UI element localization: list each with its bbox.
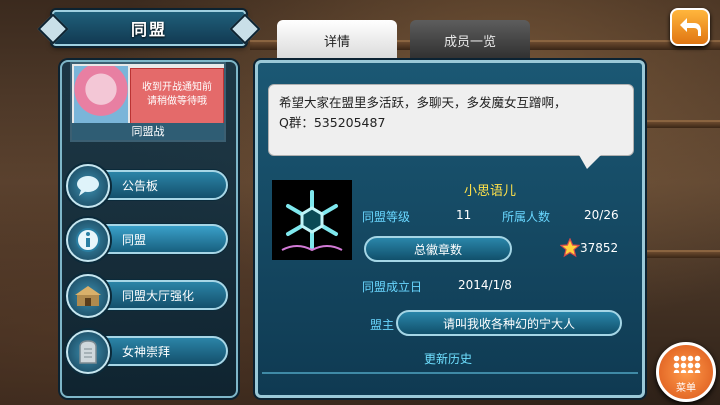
divider — [262, 372, 638, 374]
page-title-text: 同盟 — [130, 20, 167, 39]
sidebar-item-label: 同盟 — [122, 233, 147, 247]
star-badge-icon — [560, 238, 580, 258]
founded-label: 同盟成立日 — [362, 280, 423, 294]
menu-button[interactable]: 菜单 — [656, 342, 716, 402]
message-line-1: 希望大家在盟里多活跃，多聊天，多发魔女互蹭啊， — [279, 95, 567, 110]
update-history-link[interactable]: 更新历史 — [424, 350, 472, 367]
guild-name: 小思语儿 — [464, 184, 517, 199]
background-shelf — [640, 250, 720, 258]
back-button[interactable] — [670, 8, 710, 46]
leader-name: 请叫我收各种幻的宁大人 — [442, 316, 575, 331]
members-value: 20/26 — [584, 208, 619, 222]
character-avatar — [74, 66, 128, 124]
sidebar-item-label: 女神崇拜 — [122, 345, 171, 359]
leader-button[interactable]: 请叫我收各种幻的宁大人 — [396, 310, 622, 336]
info-icon — [66, 218, 110, 262]
founded-value: 2014/1/8 — [458, 278, 512, 292]
members-label: 所属人数 — [502, 210, 551, 224]
tab-members[interactable]: 成员一览 — [410, 20, 530, 60]
sidebar-item-hall-upgrade[interactable]: 同盟大厅强化 — [66, 274, 230, 318]
page-title: 同盟 — [52, 10, 246, 46]
speech-bubble-icon — [66, 164, 110, 208]
sidebar-item-bulletin[interactable]: 公告板 — [66, 164, 230, 208]
sidebar-item-label: 同盟大厅强化 — [122, 289, 195, 303]
level-label: 同盟等级 — [362, 210, 411, 224]
total-badges-button[interactable]: 总徽章数 — [364, 236, 512, 262]
alliance-war-label: 同盟战 — [72, 123, 224, 140]
tablet-icon — [66, 330, 110, 374]
leader-label: 盟主 — [370, 318, 395, 332]
alliance-message: 希望大家在盟里多活跃，多聊天，多发魔女互蹭啊， Q群：535205487 — [268, 84, 634, 169]
sidebar-item-goddess-worship[interactable]: 女神崇拜 — [66, 330, 230, 374]
tab-detail-label: 详情 — [323, 34, 350, 50]
alliance-emblem — [272, 180, 352, 260]
hall-icon — [66, 274, 110, 318]
sidebar-item-label: 公告板 — [122, 179, 159, 193]
back-arrow-icon — [680, 18, 701, 36]
level-value: 11 — [456, 208, 472, 222]
notice-line-2: 请稍做等待哦 — [147, 96, 207, 107]
message-line-2: Q群：535205487 — [279, 115, 386, 130]
tab-members-label: 成员一览 — [443, 34, 496, 50]
total-badges-label: 总徽章数 — [413, 242, 462, 257]
notice-line-1: 收到开战通知前 — [142, 82, 212, 93]
background-shelf — [640, 120, 720, 128]
total-badges-value: 37852 — [580, 241, 619, 255]
alliance-war-card[interactable]: 收到开战通知前 请稍做等待哦 同盟战 — [70, 62, 226, 142]
grid-dots-icon — [673, 355, 701, 373]
snowflake-icon — [281, 190, 343, 252]
tab-detail[interactable]: 详情 — [277, 20, 397, 60]
war-notice: 收到开战通知前 请稍做等待哦 — [130, 68, 224, 124]
menu-label: 菜单 — [676, 383, 696, 394]
sidebar-item-alliance[interactable]: 同盟 — [66, 218, 230, 262]
